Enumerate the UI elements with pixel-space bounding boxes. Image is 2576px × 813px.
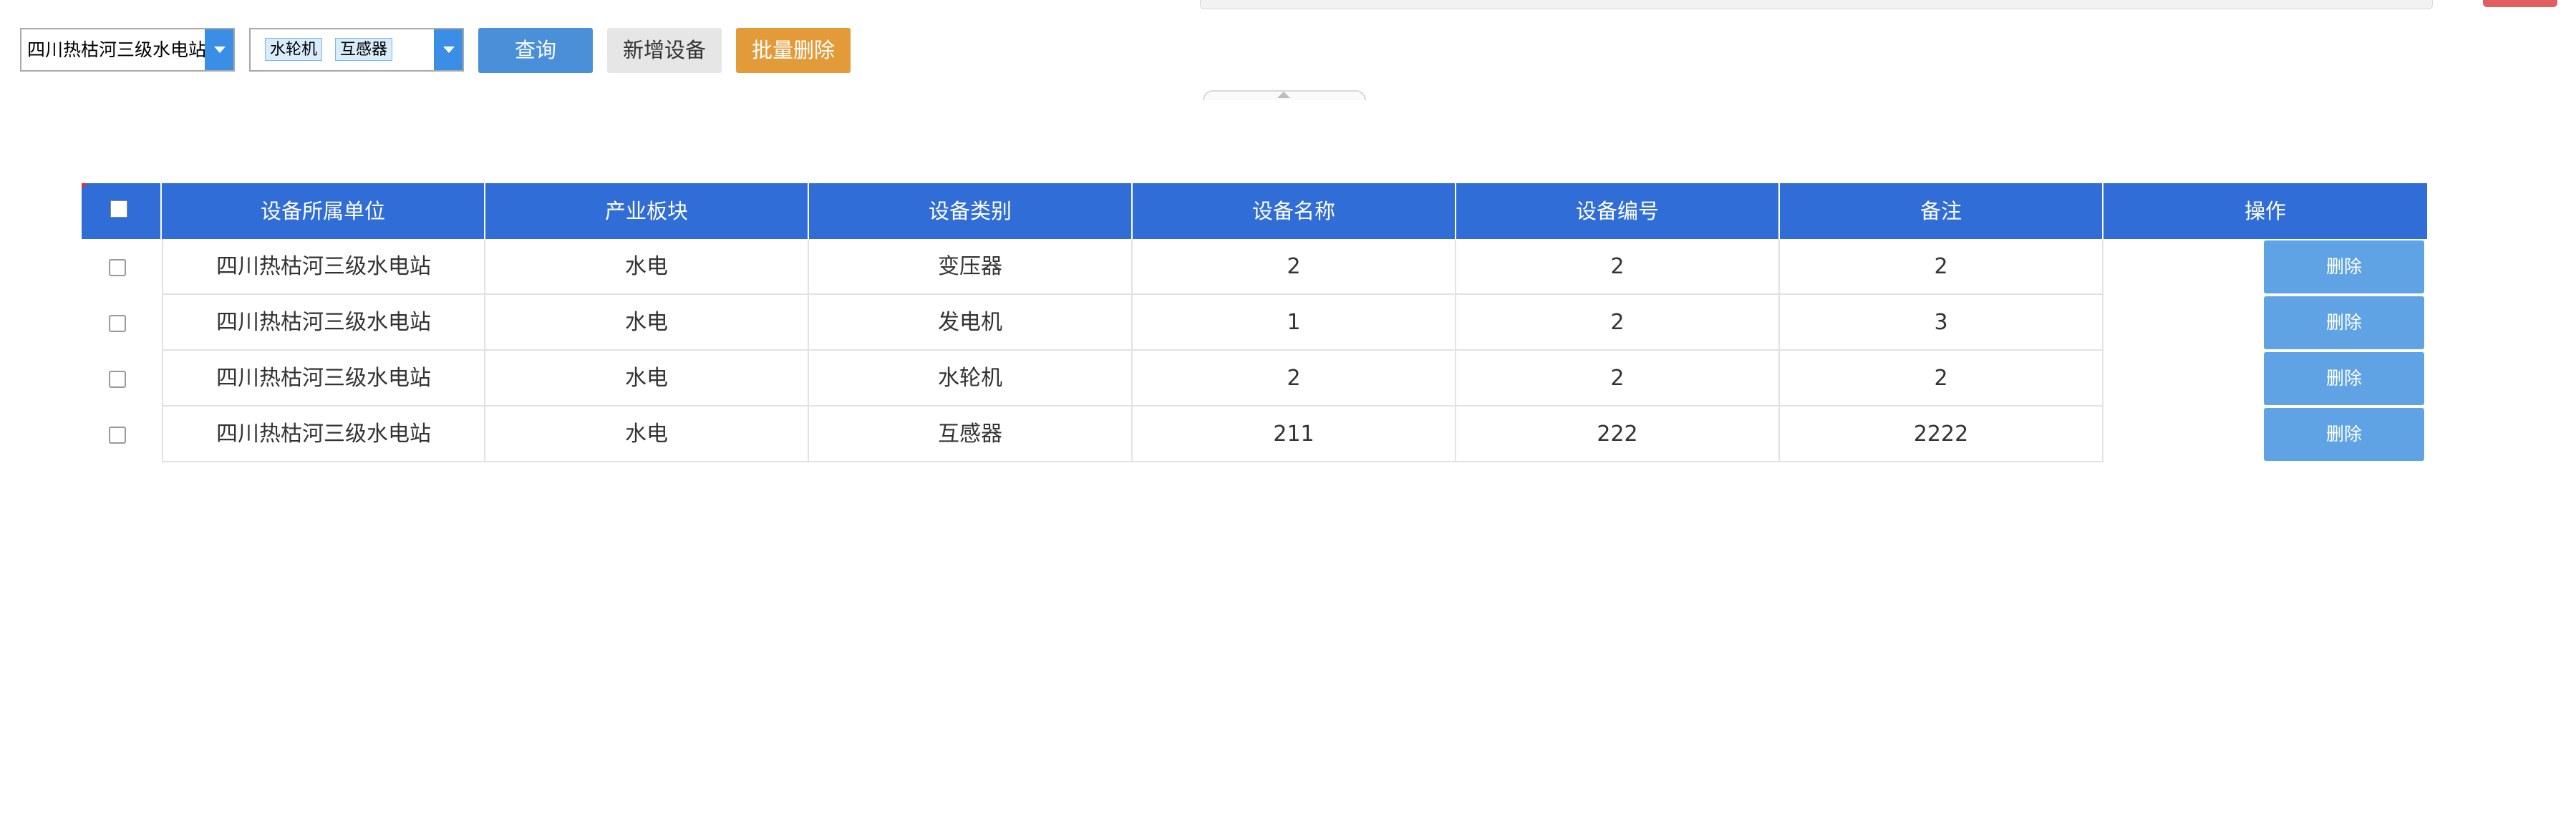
chevron-down-icon	[214, 47, 226, 53]
column-header-sector[interactable]: 产业板块	[485, 183, 809, 239]
collapse-toggle[interactable]	[1203, 90, 1366, 102]
cell-category: 发电机	[809, 295, 1133, 351]
category-select-dropdown-button[interactable]	[434, 29, 463, 70]
category-select[interactable]: 水轮机 互感器	[249, 28, 464, 72]
cell-sector: 水电	[485, 351, 809, 406]
column-header-category[interactable]: 设备类别	[809, 183, 1133, 239]
category-tag[interactable]: 水轮机	[265, 38, 323, 61]
row-checkbox[interactable]	[109, 315, 126, 332]
batch-delete-button[interactable]: 批量删除	[736, 28, 851, 73]
category-tag-overflow	[249, 38, 251, 61]
scrollbar-track[interactable]	[1200, 0, 2433, 9]
column-header-name[interactable]: 设备名称	[1133, 183, 1456, 239]
column-header-action: 操作	[2103, 183, 2427, 239]
row-checkbox[interactable]	[109, 427, 126, 444]
cell-category: 水轮机	[809, 351, 1133, 406]
cell-name: 2	[1133, 351, 1456, 406]
delete-row-button[interactable]: 删除	[2264, 240, 2424, 293]
scrollbar-indicator	[2483, 0, 2557, 7]
cell-code: 2	[1456, 239, 1780, 295]
header-corner-mark	[82, 183, 87, 189]
row-checkbox[interactable]	[109, 371, 126, 388]
row-checkbox[interactable]	[109, 259, 126, 276]
cell-name: 211	[1133, 406, 1456, 462]
delete-row-button[interactable]: 删除	[2264, 296, 2424, 349]
unit-select[interactable]: 四川热枯河三级水电站	[20, 28, 235, 72]
delete-row-button[interactable]: 删除	[2264, 408, 2424, 461]
add-device-button[interactable]: 新增设备	[607, 28, 722, 73]
chevron-down-icon	[443, 47, 455, 53]
cell-category: 互感器	[809, 406, 1133, 462]
unit-select-dropdown-button[interactable]	[205, 29, 233, 70]
cell-code: 2	[1456, 351, 1780, 406]
cell-sector: 水电	[485, 295, 809, 351]
cell-code: 2	[1456, 295, 1780, 351]
column-header-remark[interactable]: 备注	[1780, 183, 2103, 239]
cell-unit: 四川热枯河三级水电站	[162, 295, 485, 351]
chevron-up-icon	[1277, 92, 1290, 98]
cell-remark: 2	[1780, 351, 2103, 406]
cell-remark: 2222	[1780, 406, 2103, 462]
category-tag[interactable]: 互感器	[335, 38, 393, 61]
cell-name: 2	[1133, 239, 1456, 295]
cell-sector: 水电	[485, 239, 809, 295]
header-select-all[interactable]	[82, 183, 162, 239]
select-all-checkbox[interactable]	[110, 200, 127, 218]
cell-remark: 2	[1780, 239, 2103, 295]
cell-code: 222	[1456, 406, 1780, 462]
column-header-code[interactable]: 设备编号	[1456, 183, 1780, 239]
column-header-unit[interactable]: 设备所属单位	[162, 183, 485, 239]
query-button[interactable]: 查询	[478, 28, 593, 73]
cell-name: 1	[1133, 295, 1456, 351]
cell-unit: 四川热枯河三级水电站	[162, 406, 485, 462]
cell-remark: 3	[1780, 295, 2103, 351]
delete-row-button[interactable]: 删除	[2264, 352, 2424, 405]
unit-select-value: 四川热枯河三级水电站	[27, 39, 207, 60]
cell-unit: 四川热枯河三级水电站	[162, 351, 485, 406]
cell-category: 变压器	[809, 239, 1133, 295]
cell-sector: 水电	[485, 406, 809, 462]
cell-unit: 四川热枯河三级水电站	[162, 239, 485, 295]
top-scrollbar[interactable]	[0, 0, 2576, 10]
